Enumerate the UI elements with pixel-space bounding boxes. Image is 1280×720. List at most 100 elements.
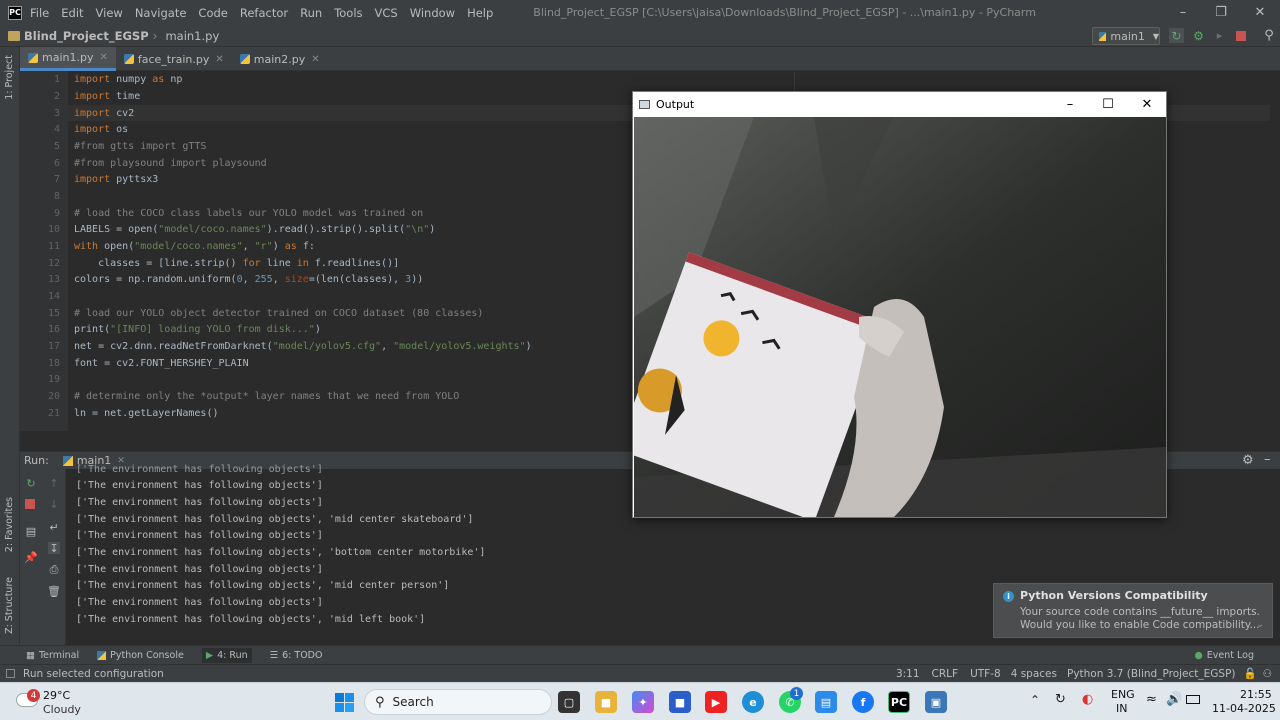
weather-badge: 4 [27,689,40,702]
line-number: 13 [47,274,60,285]
project-tool-tab[interactable]: 1: Project [4,55,15,100]
terminal-tool-tab[interactable]: ▦ Terminal [26,650,79,661]
tray-sync-icon[interactable]: ↻ [1055,692,1066,707]
file-encoding[interactable]: UTF-8 [970,668,1001,680]
menu-view[interactable]: View [96,6,131,20]
python-console-tool-tab[interactable]: Python Console [97,650,184,661]
navigation-bar: Blind_Project_EGSP › main1.py main1 ▼ ↻ … [0,25,1280,47]
monitor-app-icon[interactable]: ▤ [815,691,837,713]
breadcrumb-file[interactable]: main1.py [165,29,219,43]
code-line: import numpy as np [74,74,183,85]
close-icon[interactable]: ✕ [1128,92,1166,116]
run-tool-tab[interactable]: ▶ 4: Run [201,647,252,663]
tab-main1[interactable]: main1.py ✕ [20,47,116,71]
menu-tools[interactable]: Tools [334,6,370,20]
clock-time[interactable]: 21:55 [1240,688,1272,701]
facebook-icon[interactable]: f [852,691,874,713]
camera-frame [634,117,1166,517]
copilot-icon[interactable]: ✦ [632,691,654,713]
debug-icon[interactable]: ⚙ [1191,28,1206,43]
event-log-icon: ● [1194,649,1203,661]
maximize-icon[interactable]: ☐ [1089,92,1127,116]
volume-icon[interactable]: 🔊 [1166,692,1182,707]
menu-navigate[interactable]: Navigate [135,6,195,20]
line-number: 7 [53,174,60,185]
structure-tool-tab[interactable]: Z: Structure [4,577,15,634]
clock-date[interactable]: 11-04-2025 [1212,702,1276,715]
todo-tool-tab[interactable]: ☰ 6: TODO [270,650,323,661]
menu-edit[interactable]: Edit [61,6,91,20]
restore-icon[interactable]: ❐ [1202,0,1240,25]
breadcrumb-project[interactable]: Blind_Project_EGSP [24,29,149,43]
settings-gear-icon[interactable]: ⚙ [1242,453,1254,468]
weather-widget[interactable]: 4 29°C Cloudy [14,687,104,717]
temperature: 29°C [43,689,71,702]
tray-defender-icon[interactable]: ◐ [1082,692,1093,707]
task-view-icon[interactable]: ▢ [558,691,580,713]
tray-chevron-up-icon[interactable]: ⌃ [1030,693,1040,707]
menu-help[interactable]: Help [467,6,501,20]
chevron-right-icon: › [152,28,158,43]
stop-icon[interactable] [1236,31,1246,41]
rerun-icon[interactable]: ↻ [25,477,37,490]
youtube-icon[interactable]: ▶ [705,691,727,713]
stop-icon[interactable] [25,499,35,509]
caret-position[interactable]: 3:11 [896,668,920,680]
language-primary[interactable]: ENG [1111,688,1135,701]
tab-main2[interactable]: main2.py ✕ [232,47,328,71]
close-icon[interactable]: ✕ [1241,0,1279,25]
up-arrow-icon[interactable]: ↑ [48,477,60,490]
menu-window[interactable]: Window [410,6,463,20]
chevron-down-icon[interactable]: ⌄ [1256,619,1264,630]
down-arrow-icon[interactable]: ↓ [48,498,60,511]
python-window-icon[interactable]: ▣ [925,691,947,713]
tab-close-icon[interactable]: ✕ [215,54,223,65]
event-log-tool-tab[interactable]: ● Event Log [1195,650,1255,661]
start-button-icon[interactable] [335,693,354,712]
menu-run[interactable]: Run [300,6,330,20]
notification-line2[interactable]: Would you like to enable Code compatibil… [1020,619,1260,631]
indent-setting[interactable]: 4 spaces [1011,668,1057,680]
hide-panel-icon[interactable]: – [1264,452,1271,467]
battery-icon[interactable] [1186,695,1200,704]
favorites-tool-tab[interactable]: 2: Favorites [4,497,15,552]
inspector-icon[interactable]: ⚇ [1263,668,1272,680]
output-window[interactable]: Output – ☐ ✕ [632,91,1167,518]
menu-code[interactable]: Code [198,6,235,20]
code-line: colors = np.random.uniform(0, 255, size=… [74,274,424,285]
menu-vcs[interactable]: VCS [375,6,406,20]
editor-scrollbar[interactable] [1270,71,1280,431]
soft-wrap-icon[interactable]: ↵ [48,521,60,534]
trash-icon[interactable]: 🗑 [47,585,61,598]
output-title-bar[interactable]: Output – ☐ ✕ [633,92,1166,116]
menu-file[interactable]: File [30,6,57,20]
store-icon[interactable]: ■ [669,691,691,713]
line-number: 8 [53,191,60,202]
print-icon[interactable]: ⎙ [48,563,60,576]
tab-close-icon[interactable]: ✕ [99,52,107,63]
scroll-to-end-icon[interactable]: ↧ [48,542,60,555]
event-log-label: Event Log [1206,649,1254,661]
search-icon[interactable]: ⚲ [1262,28,1276,43]
edge-icon[interactable]: e [742,691,764,713]
language-secondary[interactable]: IN [1116,702,1127,715]
interpreter[interactable]: Python 3.7 (Blind_Project_EGSP) [1067,668,1236,680]
code-line: import os [74,124,129,135]
run-config-select[interactable]: main1 ▼ [1092,27,1160,45]
line-separator[interactable]: CRLF [932,668,959,680]
pycharm-taskbar-icon[interactable]: PC [888,691,910,713]
wifi-icon[interactable]: ≈ [1146,692,1157,707]
layout-icon[interactable]: ▤ [25,525,37,538]
coverage-icon[interactable]: ▸ [1212,28,1227,43]
notification-popup[interactable]: i Python Versions Compatibility Your sou… [993,583,1273,638]
minimize-icon[interactable]: – [1051,92,1089,116]
file-explorer-icon[interactable]: ■ [595,691,617,713]
rerun-icon[interactable]: ↻ [1169,28,1184,43]
menu-refactor[interactable]: Refactor [240,6,296,20]
tab-close-icon[interactable]: ✕ [311,54,319,65]
tab-face-train[interactable]: face_train.py ✕ [116,47,232,71]
taskbar-search[interactable]: ⚲ Search [364,689,552,715]
lock-icon[interactable]: 🔓 [1244,667,1257,680]
pin-icon[interactable]: 📌 [24,551,38,564]
minimize-icon[interactable]: – [1164,0,1202,25]
